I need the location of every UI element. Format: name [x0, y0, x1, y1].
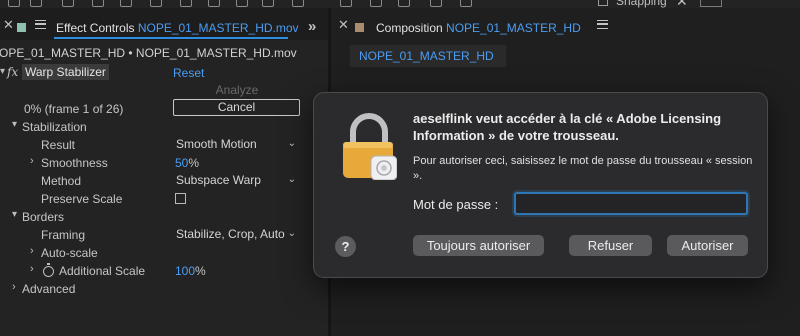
- preserve-scale-checkbox[interactable]: [175, 193, 186, 204]
- pointer-icon[interactable]: [30, 0, 42, 7]
- framing-label: Framing: [41, 228, 86, 242]
- keychain-dialog: aeselflink veut accéder à la clé « Adobe…: [313, 92, 768, 278]
- panel-menu-icon[interactable]: [597, 20, 608, 29]
- fx-toggle-icon[interactable]: fx: [7, 65, 18, 79]
- expand-icon[interactable]: [700, 0, 722, 7]
- advanced-label: Advanced: [22, 282, 76, 296]
- advanced-group[interactable]: › Advanced: [0, 280, 306, 298]
- password-label: Mot de passe :: [413, 197, 499, 212]
- anchor-icon[interactable]: [208, 0, 220, 7]
- chevron-right-icon[interactable]: ›: [12, 281, 16, 293]
- panel-menu-icon[interactable]: [35, 20, 46, 29]
- roto-icon[interactable]: [430, 0, 442, 7]
- close-panel-icon[interactable]: ✕: [3, 17, 14, 33]
- stabilization-group[interactable]: ▾ Stabilization: [0, 118, 306, 136]
- method-row: Method Subspace Warp ⌄: [0, 172, 306, 190]
- zoom-icon[interactable]: [62, 0, 74, 7]
- additional-scale-label: Additional Scale: [59, 264, 146, 278]
- hand-icon[interactable]: [8, 0, 20, 7]
- camera-icon[interactable]: [120, 0, 132, 7]
- dialog-body: Pour autoriser ceci, saisissez le mot de…: [413, 155, 753, 182]
- help-button[interactable]: ?: [335, 236, 356, 257]
- smoothness-value[interactable]: 50%: [175, 156, 199, 170]
- stopwatch-icon[interactable]: [43, 263, 54, 277]
- eraser-icon[interactable]: [398, 0, 410, 7]
- text-icon[interactable]: [292, 0, 304, 7]
- rotate-icon[interactable]: [92, 0, 104, 7]
- smoothness-label: Smoothness: [41, 156, 108, 170]
- comp-subtab[interactable]: NOPE_01_MASTER_HD: [350, 45, 506, 67]
- snapping-checkbox[interactable]: [598, 0, 608, 6]
- additional-scale-row: › Additional Scale 100%: [0, 262, 306, 280]
- chevron-right-icon[interactable]: »: [308, 18, 316, 35]
- chevron-right-icon[interactable]: ›: [30, 245, 34, 257]
- effect-controls-panel: ✕ Effect Controls NOPE_01_MASTER_HD.mov …: [0, 8, 328, 336]
- lock-icon: [343, 113, 397, 180]
- chevron-down-icon[interactable]: ▾: [12, 209, 17, 220]
- close-panel-icon[interactable]: ✕: [338, 17, 349, 33]
- rectangle-icon[interactable]: [236, 0, 248, 7]
- tab-effect-controls[interactable]: Effect Controls NOPE_01_MASTER_HD.mov: [56, 21, 299, 35]
- top-toolbar: Snapping ✕: [0, 0, 800, 9]
- clone-icon[interactable]: [370, 0, 382, 7]
- snapping-label: Snapping: [616, 0, 667, 8]
- reset-link[interactable]: Reset: [173, 66, 204, 80]
- pen-icon[interactable]: [262, 0, 274, 7]
- always-allow-button[interactable]: Toujours autoriser: [413, 235, 544, 256]
- password-input[interactable]: [514, 192, 748, 215]
- stabilization-label: Stabilization: [22, 120, 87, 134]
- comp-color-swatch: [355, 23, 364, 32]
- result-select[interactable]: Smooth Motion ⌄: [176, 136, 300, 153]
- puppet-icon[interactable]: [460, 0, 472, 7]
- effect-row: ▾ fx Warp Stabilizer Reset: [0, 64, 306, 82]
- progress-row: 0% (frame 1 of 26) Cancel: [0, 99, 306, 118]
- progress-text: 0% (frame 1 of 26): [24, 102, 124, 116]
- chevron-right-icon[interactable]: ›: [30, 155, 34, 167]
- smoothness-row: › Smoothness 50%: [0, 154, 306, 172]
- preserve-scale-row: Preserve Scale: [0, 190, 306, 208]
- result-row: Result Smooth Motion ⌄: [0, 136, 306, 154]
- preserve-scale-label: Preserve Scale: [41, 192, 123, 206]
- additional-scale-value[interactable]: 100%: [175, 264, 206, 278]
- method-label: Method: [41, 174, 82, 188]
- chevron-down-icon[interactable]: ▾: [12, 119, 17, 130]
- brush-icon[interactable]: [340, 0, 352, 7]
- analyze-row: Analyze: [0, 82, 306, 100]
- panel-color-swatch: [17, 23, 26, 32]
- active-tab-indicator: [54, 37, 288, 39]
- effect-name[interactable]: Warp Stabilizer: [22, 64, 109, 80]
- analyze-button[interactable]: Analyze: [174, 82, 300, 98]
- borders-label: Borders: [22, 210, 65, 224]
- chevron-down-icon[interactable]: ▾: [0, 66, 5, 77]
- effect-controls-tabbar: ✕ Effect Controls NOPE_01_MASTER_HD.mov …: [0, 8, 328, 40]
- layer-path: OPE_01_MASTER_HD • NOPE_01_MASTER_HD.mov: [0, 46, 297, 60]
- chevron-down-icon: ⌄: [287, 138, 296, 149]
- framing-select[interactable]: Stabilize, Crop, Auto ⌄: [176, 226, 300, 243]
- cancel-button[interactable]: Cancel: [173, 99, 300, 116]
- dolly-icon[interactable]: [180, 0, 192, 7]
- pan-icon[interactable]: [150, 0, 162, 7]
- dialog-title: aeselflink veut accéder à la clé « Adobe…: [413, 111, 722, 143]
- result-label: Result: [41, 138, 76, 152]
- method-select[interactable]: Subspace Warp ⌄: [176, 172, 300, 189]
- auto-scale-label: Auto-scale: [41, 246, 98, 260]
- deny-button[interactable]: Refuser: [569, 235, 652, 256]
- auto-scale-group[interactable]: › Auto-scale: [0, 244, 306, 262]
- chevron-right-icon[interactable]: ›: [30, 263, 34, 275]
- borders-group[interactable]: ▾ Borders: [0, 208, 306, 226]
- chevron-down-icon: ⌄: [287, 228, 296, 239]
- chevron-down-icon: ⌄: [287, 174, 296, 185]
- allow-button[interactable]: Autoriser: [667, 235, 748, 256]
- framing-row: Framing Stabilize, Crop, Auto ⌄: [0, 226, 306, 244]
- tab-composition[interactable]: Composition NOPE_01_MASTER_HD: [376, 21, 581, 35]
